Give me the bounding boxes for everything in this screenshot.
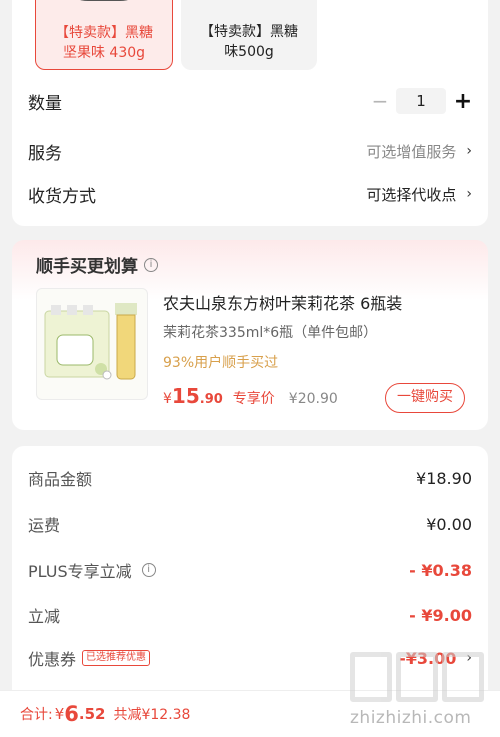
original-price: ¥20.90 [288,391,338,407]
delivery-row[interactable]: 收货方式 可选择代收点 › [28,179,472,209]
product-image[interactable] [36,288,148,400]
chevron-right-icon: › [466,186,472,202]
product-social-proof: 93%用户顺手买过 [163,355,279,371]
addon-title: 顺手买更划算 i [36,252,158,277]
variant-option[interactable]: 【特卖款】黑糖 味500g [181,0,317,70]
total-decimal: .52 [78,705,106,723]
summary-value: ¥18.90 [416,468,472,488]
watermark-logo [350,652,490,704]
product-price: ¥ 15 .90 专享价 ¥20.90 [163,384,338,408]
product-name[interactable]: 农夫山泉东方树叶茉莉花茶 6瓶装 [163,290,402,314]
summary-label: 运费 [28,516,61,535]
chevron-right-icon: › [466,143,472,159]
quantity-input[interactable]: 1 [396,88,446,114]
service-value: 可选增值服务 [366,142,457,161]
service-label: 服务 [28,143,62,164]
total-label: 合计: [20,707,53,723]
quantity-stepper: − 1 + [370,88,474,114]
summary-row: 运费 ¥0.00 [28,510,472,538]
total-saved: 共减¥12.38 [113,707,191,723]
order-options-card: 【特卖款】黑糖 坚果味 430g 【特卖款】黑糖 味500g 数量 − 1 + … [12,0,488,226]
summary-row: PLUS专享立减 i - ¥0.38 [28,556,472,584]
summary-value: ¥0.00 [426,514,472,534]
price-integer: 15 [171,384,200,408]
product-spec: 茉莉花茶335ml*6瓶（单件包邮） [163,325,378,341]
variant-line2: 坚果味 430g [62,45,146,61]
total-currency: ¥ [54,705,65,723]
variant-line1: 【特卖款】黑糖 [200,24,298,40]
summary-label: 优惠券 [28,650,77,669]
coupon-tag: 已选推荐优惠 [82,650,151,666]
increment-button[interactable]: + [452,89,474,114]
info-icon[interactable]: i [144,257,158,272]
summary-row: 商品金额 ¥18.90 [28,464,472,492]
quantity-row: 数量 − 1 + [28,86,472,116]
variant-thumbnail [54,0,154,1]
price-tag: 专享价 [232,391,275,407]
summary-label: 立减 [28,607,61,626]
variant-option-selected[interactable]: 【特卖款】黑糖 坚果味 430g [35,0,173,70]
one-click-buy-button[interactable]: 一键购买 [385,383,465,413]
total-integer: 6 [64,702,79,726]
addon-title-text: 顺手买更划算 [36,257,138,277]
variant-line2: 味500g [224,44,274,60]
info-icon[interactable]: i [141,563,156,577]
summary-label: PLUS专享立减 [28,562,132,581]
summary-row: 立减 - ¥9.00 [28,601,472,629]
price-currency: ¥ [163,391,172,407]
decrement-button[interactable]: − [370,89,390,113]
service-row[interactable]: 服务 可选增值服务 › [28,136,472,166]
variant-line1: 【特卖款】黑糖 [55,25,153,41]
quantity-label: 数量 [28,93,62,114]
addon-promo-card: 顺手买更划算 i 农夫山泉东方树叶茉莉花茶 6瓶装 茉莉花茶335ml*6瓶（单… [12,240,488,430]
summary-value: - ¥9.00 [409,605,472,625]
delivery-label: 收货方式 [28,186,96,207]
watermark-url: zhizhizhi.com [350,708,472,728]
delivery-value: 可选择代收点 [366,185,457,204]
summary-value: - ¥0.38 [409,560,472,580]
summary-label: 商品金额 [28,470,93,489]
price-decimal: .90 [199,392,223,407]
